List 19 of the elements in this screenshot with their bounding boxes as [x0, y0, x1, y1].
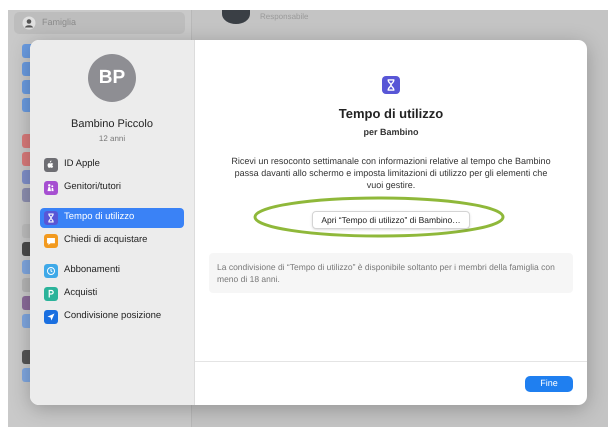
sidebar-item[interactable]: Acquisti — [40, 284, 184, 304]
sidebar-item[interactable]: Condivisione posizione — [40, 306, 184, 326]
sidebar-item[interactable]: Chiedi di acquistare — [40, 230, 184, 250]
sidebar-item[interactable]: ID Apple — [40, 154, 184, 174]
member-name: Bambino Piccolo — [71, 117, 153, 132]
info-note: La condivisione di “Tempo di utilizzo” è disponibile soltanto per i membri della famiglia con meno di 18 anni. — [209, 253, 573, 293]
sidebar-item[interactable]: Abbonamenti — [40, 260, 184, 280]
avatar: BP — [88, 54, 136, 102]
person-icon — [22, 16, 36, 30]
avatar-icon — [222, 10, 250, 24]
sidebar-item[interactable]: Tempo di utilizzo — [40, 208, 184, 228]
open-screen-time-button[interactable]: Apri “Tempo di utilizzo” di Bambino… — [312, 211, 470, 230]
member-age: 12 anni — [98, 132, 126, 144]
hourglass-icon — [382, 76, 400, 94]
sidebar-item[interactable]: Genitori/tutori — [40, 178, 184, 198]
dialog-subtitle: per Bambino — [363, 126, 418, 139]
done-button[interactable]: Fine — [525, 376, 573, 392]
description: Ricevi un resoconto settimanale con informazioni relative al tempo che Bambino passa davanti allo schermo e imposta limitazioni di utilizzo per gli elementi che vuoi gestire. — [230, 155, 552, 191]
dialog-title: Tempo di utilizzo — [338, 105, 444, 123]
